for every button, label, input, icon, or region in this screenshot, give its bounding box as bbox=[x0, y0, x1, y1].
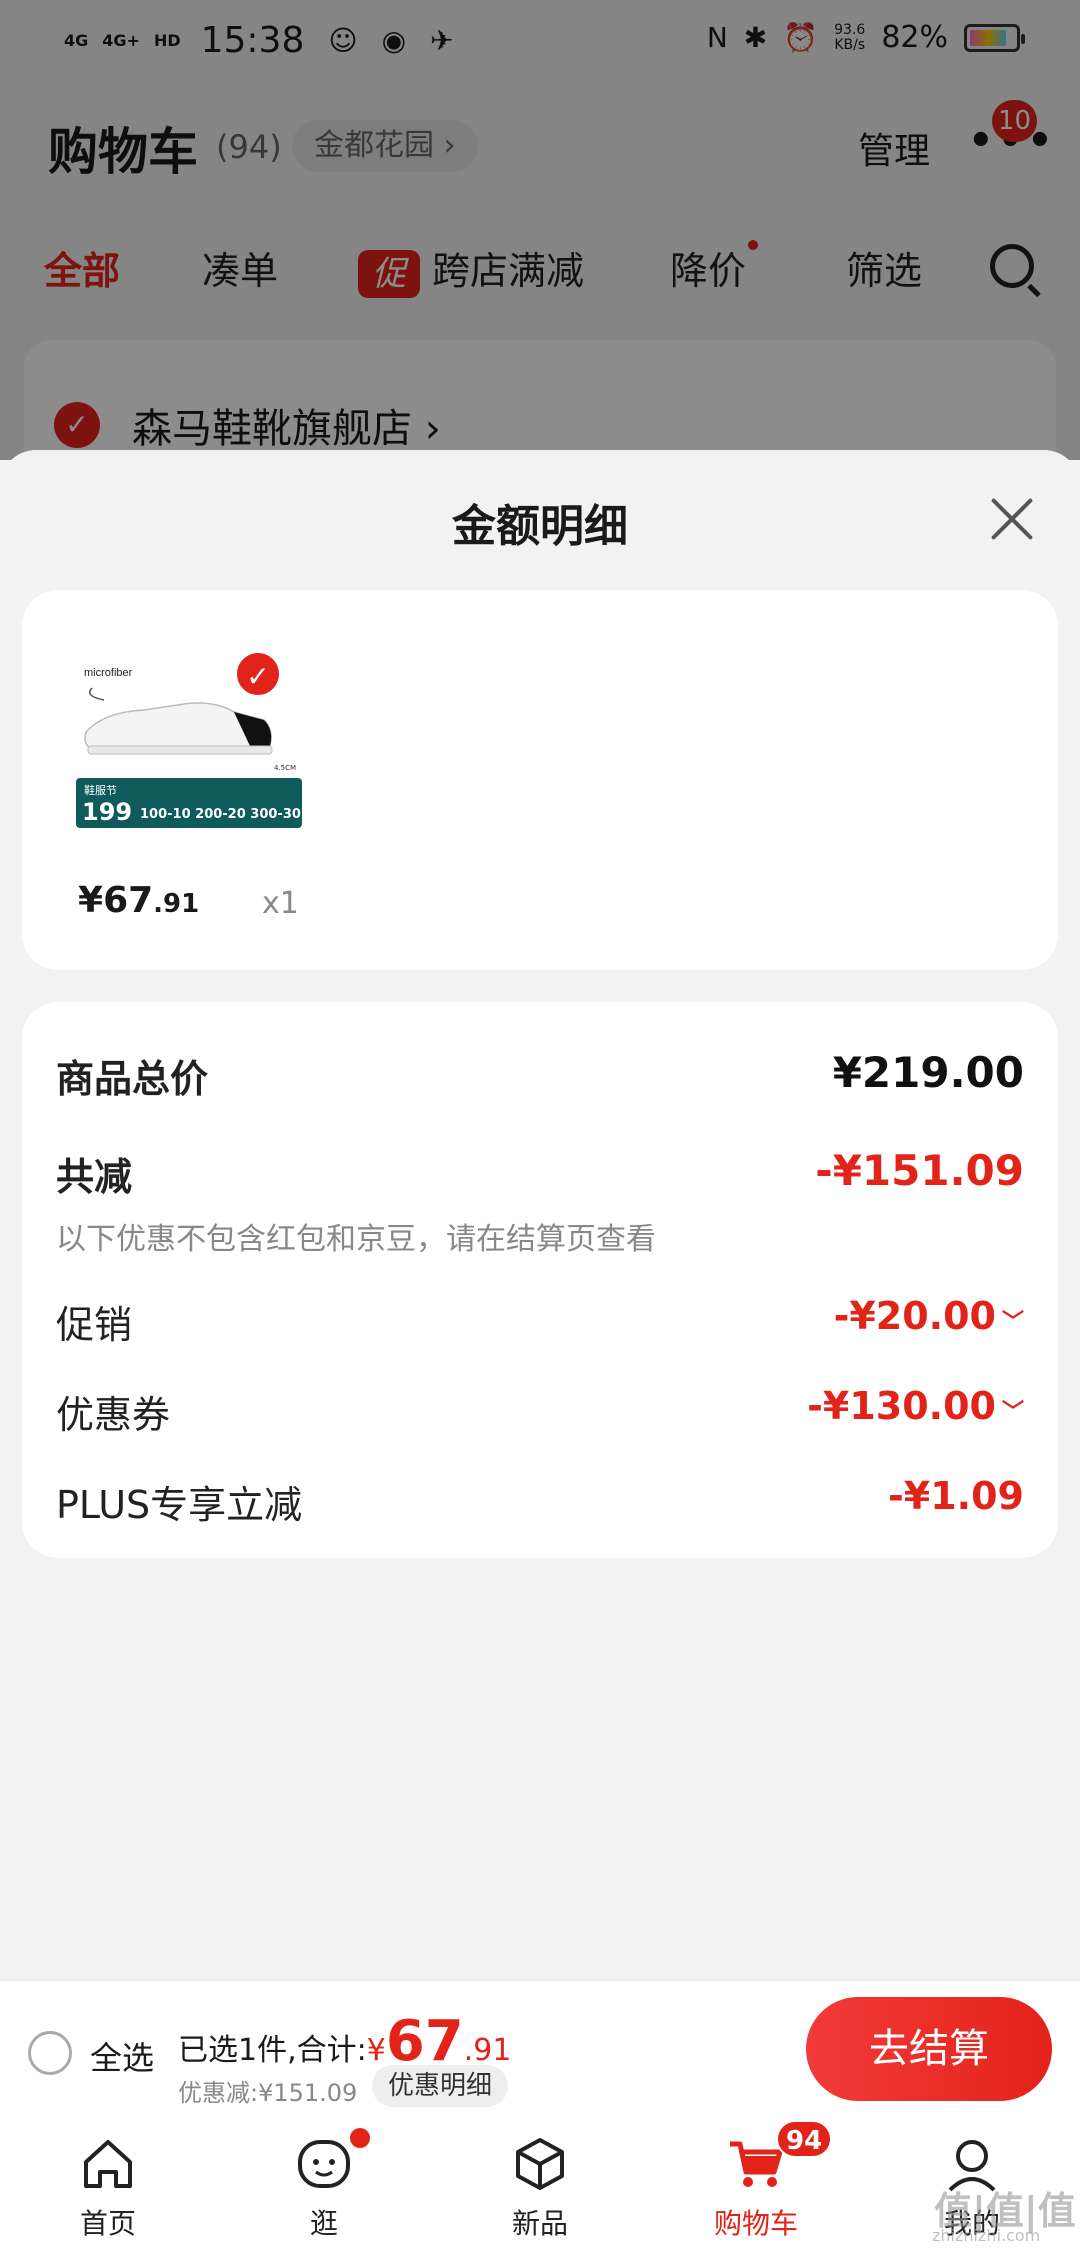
home-icon bbox=[84, 2140, 132, 2188]
modal-overlay[interactable] bbox=[0, 0, 1080, 460]
watermark-url: zhizhizhi.com bbox=[932, 2226, 1041, 2245]
product-price-currency: ¥ bbox=[78, 880, 104, 921]
tab-home[interactable]: 首页 bbox=[0, 2120, 216, 2256]
cart-badge: 94 bbox=[776, 2120, 833, 2158]
product-image-caption: microfiber bbox=[84, 667, 133, 679]
total-dec: .91 bbox=[463, 2033, 512, 2068]
product-price-int: 67 bbox=[103, 880, 154, 921]
tab-new-label: 新品 bbox=[511, 2207, 568, 2240]
total-row: 商品总价 ¥219.00 bbox=[56, 1048, 1024, 1108]
reduce-value: -¥151.09 bbox=[815, 1146, 1024, 1195]
discount-detail-button[interactable]: 优惠明细 bbox=[372, 2065, 509, 2107]
discount-summary: 优惠减:¥151.09 bbox=[178, 2079, 358, 2107]
promo-value-group[interactable]: -¥20.00 ﹀ bbox=[834, 1294, 1024, 1338]
promo-value: -¥20.00 bbox=[833, 1294, 996, 1338]
tab-cart[interactable]: 94 购物车 bbox=[648, 2120, 864, 2256]
promo-label: 促销 bbox=[56, 1303, 133, 1347]
tab-home-label: 首页 bbox=[79, 2207, 136, 2240]
tab-browse-label: 逛 bbox=[309, 2207, 338, 2240]
total-value: ¥219.00 bbox=[832, 1048, 1024, 1097]
chevron-down-icon: ﹀ bbox=[1001, 1310, 1024, 1335]
coupon-label: 优惠券 bbox=[56, 1393, 171, 1437]
tab-cart-label: 购物车 bbox=[713, 2207, 798, 2240]
product-image-promo-price: 199 bbox=[82, 798, 132, 826]
browse-icon bbox=[298, 2140, 350, 2188]
sheet-title: 金额明细 bbox=[452, 501, 628, 552]
total-label: 商品总价 bbox=[56, 1057, 209, 1101]
product-quantity: x1 bbox=[262, 886, 299, 921]
chevron-down-icon: ﹀ bbox=[1001, 1400, 1024, 1425]
tab-browse[interactable]: 逛 bbox=[216, 2120, 432, 2256]
product-card: microfiber 4.5CM 鞋服节 199 100-10 200-20 3… bbox=[22, 590, 1058, 970]
checkout-button[interactable]: 去结算 bbox=[806, 1997, 1052, 2101]
product-image-promo-label: 鞋服节 bbox=[84, 783, 117, 797]
product-image-size: 4.5CM bbox=[274, 764, 296, 772]
bottom-tab-bar: 首页 逛 新品 94 购物车 我的 bbox=[0, 2120, 1080, 2256]
plus-value: -¥1.09 bbox=[888, 1474, 1024, 1518]
product-checkbox-checked-icon[interactable]: ✓ bbox=[234, 650, 282, 698]
price-detail-card: 商品总价 ¥219.00 共减 -¥151.09 以下优惠不包含红包和京豆，请在… bbox=[22, 1002, 1058, 1558]
promo-row[interactable]: 促销 -¥20.00 ﹀ bbox=[56, 1294, 1024, 1354]
close-icon[interactable] bbox=[988, 496, 1034, 542]
select-all-radio[interactable] bbox=[28, 2031, 72, 2075]
reduce-label: 共减 bbox=[56, 1155, 133, 1199]
discount-note: 以下优惠不包含红包和京豆，请在结算页查看 bbox=[56, 1222, 656, 1257]
product-price: ¥67.91 bbox=[78, 880, 199, 921]
tab-new[interactable]: 新品 bbox=[432, 2120, 648, 2256]
plus-label: PLUS专享立减 bbox=[56, 1483, 303, 1527]
coupon-value-group[interactable]: -¥130.00 ﹀ bbox=[807, 1384, 1024, 1428]
checkout-bar: 全选 已选1件,合计:¥67.91 优惠减:¥151.09 优惠明细 去结算 bbox=[0, 1980, 1080, 2120]
amount-detail-sheet: 金额明细 microfiber 4.5CM 鞋服节 199 100-10 200… bbox=[0, 450, 1080, 1980]
selected-text: 已选1件,合计: bbox=[178, 2033, 367, 2068]
coupon-row[interactable]: 优惠券 -¥130.00 ﹀ bbox=[56, 1384, 1024, 1444]
total-currency: ¥ bbox=[366, 2033, 386, 2068]
product-image-promo-tiers: 100-10 200-20 300-30 bbox=[140, 807, 301, 822]
select-all-label[interactable]: 全选 bbox=[90, 2033, 154, 2079]
coupon-value: -¥130.00 bbox=[807, 1384, 996, 1428]
product-price-dec: .91 bbox=[153, 889, 200, 919]
browse-dot-indicator bbox=[350, 2128, 370, 2148]
reduce-row: 共减 -¥151.09 bbox=[56, 1146, 1024, 1206]
plus-row: PLUS专享立减 -¥1.09 bbox=[56, 1474, 1024, 1534]
box-icon bbox=[516, 2138, 564, 2190]
